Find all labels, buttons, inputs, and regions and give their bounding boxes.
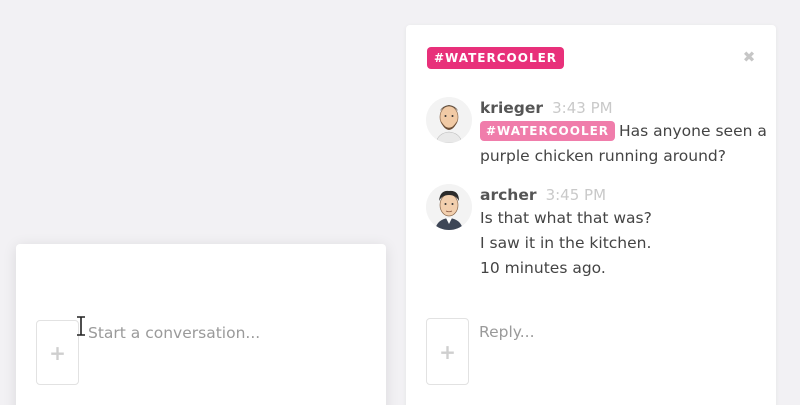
message-line: purple chicken running around? — [480, 147, 726, 165]
message-header: krieger 3:43 PM — [480, 97, 770, 119]
krieger-avatar-icon — [426, 97, 472, 143]
message-body: archer 3:45 PM Is that what that was? I … — [480, 184, 770, 281]
timestamp: 3:43 PM — [552, 99, 613, 117]
timestamp: 3:45 PM — [545, 186, 607, 204]
plus-icon: + — [439, 339, 456, 364]
author-name[interactable]: archer — [480, 186, 536, 204]
message-header: archer 3:45 PM — [480, 184, 770, 206]
message-line: I saw it in the kitchen. — [480, 234, 652, 252]
message-line: 10 minutes ago. — [480, 259, 606, 277]
plus-icon: + — [49, 340, 66, 365]
conversation-card: #WATERCOOLER ✖ krieger 3:43 PM #WATERCOO… — [406, 25, 776, 405]
compose-attach-button[interactable]: + — [36, 320, 79, 385]
message-line: Is that what that was? — [480, 209, 652, 227]
krieger-avatar[interactable] — [426, 97, 472, 143]
text-cursor-icon — [77, 316, 85, 336]
inline-channel-tag[interactable]: #WATERCOOLER — [480, 121, 616, 141]
reply-attach-button[interactable]: + — [426, 318, 469, 385]
archer-avatar[interactable] — [426, 184, 472, 230]
message-text: Has anyone seen a — [619, 122, 767, 140]
reply-input[interactable] — [479, 321, 749, 343]
close-icon[interactable]: ✖ — [741, 49, 757, 65]
message-line: #WATERCOOLER Has anyone seen a — [480, 119, 770, 144]
message-body: krieger 3:43 PM #WATERCOOLER Has anyone s… — [480, 97, 770, 169]
archer-avatar-icon — [426, 184, 472, 230]
compose-input[interactable] — [88, 322, 368, 344]
channel-tag[interactable]: #WATERCOOLER — [427, 47, 565, 69]
compose-card: + — [16, 244, 386, 405]
author-name[interactable]: krieger — [480, 99, 543, 117]
